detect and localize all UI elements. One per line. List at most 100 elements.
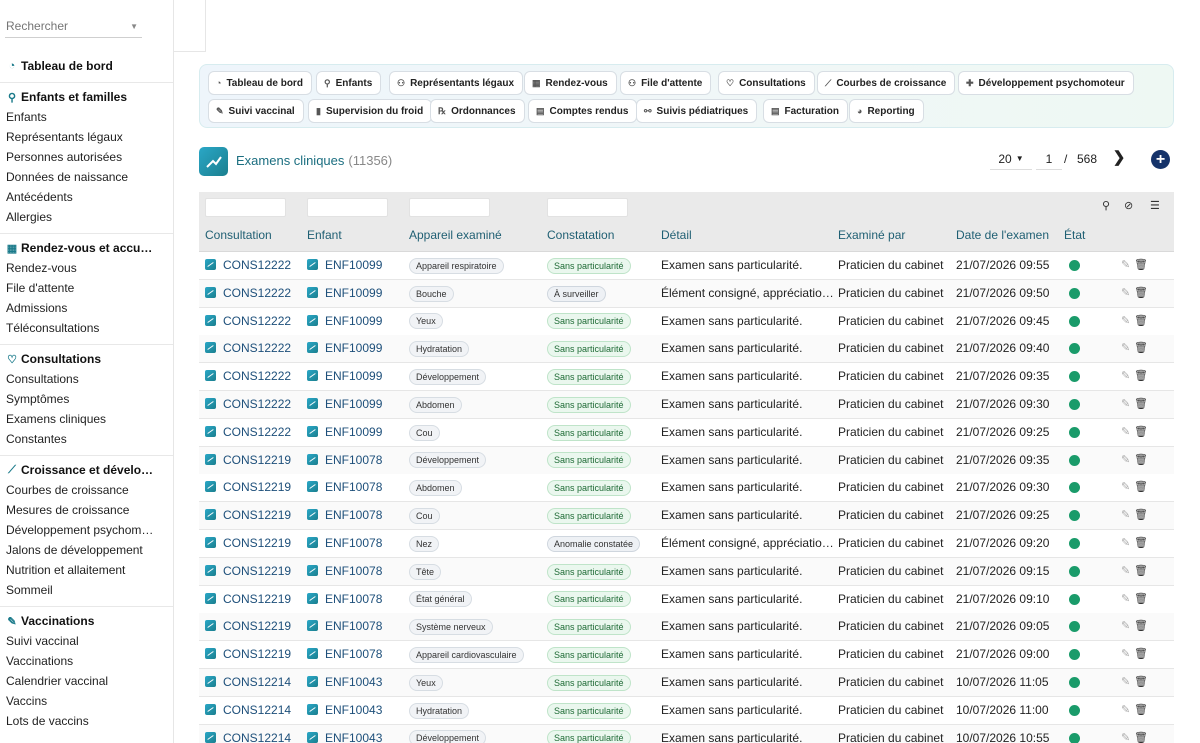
module-tab[interactable]: ▮ Supervision du froid <box>308 99 433 123</box>
column-header[interactable]: Examiné par <box>838 228 905 242</box>
module-tab[interactable]: ⚇ File d'attente <box>620 71 712 95</box>
consultation-link[interactable]: CONS12219 <box>205 474 305 501</box>
child-link[interactable]: ENF10078 <box>307 474 407 501</box>
table-row[interactable]: CONS12219 ENF10078 Développement Sans parti… <box>199 446 1174 475</box>
edit-icon[interactable]: ✎ <box>1121 641 1130 668</box>
edit-icon[interactable]: ✎ <box>1121 335 1130 362</box>
module-tab[interactable]: ⚯ Suivis pédiatriques <box>636 99 758 123</box>
module-tab[interactable]: ✚ Développement psychomoteur <box>958 71 1134 95</box>
trash-icon[interactable]: 🗑 <box>1134 530 1148 557</box>
edit-icon[interactable]: ✎ <box>1121 669 1130 696</box>
column-header[interactable]: Constatation <box>547 228 614 242</box>
trash-icon[interactable]: 🗑 <box>1134 586 1148 613</box>
edit-icon[interactable]: ✎ <box>1121 502 1130 529</box>
sidebar-item[interactable]: Nutrition et allaitement <box>0 560 173 580</box>
trash-icon[interactable]: 🗑 <box>1134 447 1148 474</box>
module-tab[interactable]: ▦ Rendez-vous <box>524 71 617 95</box>
sidebar-item[interactable]: Calendrier vaccinal <box>0 671 173 691</box>
table-row[interactable]: CONS12219 ENF10078 État général Sans partic… <box>199 585 1174 614</box>
consultation-link[interactable]: CONS12222 <box>205 308 305 335</box>
sidebar-item[interactable]: Vaccinations <box>0 651 173 671</box>
child-link[interactable]: ENF10099 <box>307 280 407 307</box>
trash-icon[interactable]: 🗑 <box>1134 613 1148 640</box>
sidebar-item[interactable]: Constantes <box>0 429 173 449</box>
sidebar-item[interactable]: File d'attente <box>0 278 173 298</box>
edit-icon[interactable]: ✎ <box>1121 280 1130 307</box>
sidebar-item[interactable]: Consultations <box>0 369 173 389</box>
consultation-link[interactable]: CONS12222 <box>205 335 305 362</box>
chevron-down-icon[interactable]: ▼ <box>130 22 138 31</box>
consultation-link[interactable]: CONS12219 <box>205 586 305 613</box>
trash-icon[interactable]: 🗑 <box>1134 669 1148 696</box>
column-header[interactable]: État <box>1064 228 1085 242</box>
sidebar-item[interactable]: Suivi vaccinal <box>0 631 173 651</box>
column-header[interactable]: Enfant <box>307 228 342 242</box>
child-link[interactable]: ENF10078 <box>307 447 407 474</box>
child-link[interactable]: ENF10099 <box>307 419 407 446</box>
consultation-link[interactable]: CONS12214 <box>205 669 305 696</box>
sidebar-item[interactable]: Vaccins <box>0 691 173 711</box>
module-tab[interactable]: ◕ Reporting <box>849 99 924 123</box>
table-row[interactable]: CONS12222 ENF10099 Cou Sans particularité Ex… <box>199 418 1174 447</box>
child-link[interactable]: ENF10099 <box>307 363 407 390</box>
edit-icon[interactable]: ✎ <box>1121 725 1130 743</box>
sidebar-item[interactable]: Mesures de croissance <box>0 500 173 520</box>
trash-icon[interactable]: 🗑 <box>1134 558 1148 585</box>
trash-icon[interactable]: 🗑 <box>1134 641 1148 668</box>
child-link[interactable]: ENF10099 <box>307 252 407 279</box>
child-link[interactable]: ENF10078 <box>307 641 407 668</box>
clear-filter-icon[interactable]: ⊘ <box>1124 199 1133 212</box>
trash-icon[interactable]: 🗑 <box>1134 391 1148 418</box>
sidebar-item[interactable]: Lots de vaccins <box>0 711 173 731</box>
consultation-link[interactable]: CONS12222 <box>205 280 305 307</box>
trash-icon[interactable]: 🗑 <box>1134 363 1148 390</box>
sidebar-item[interactable]: Allergies <box>0 207 173 227</box>
sidebar-item[interactable]: Examens cliniques <box>0 409 173 429</box>
module-tab[interactable]: ⟋ Courbes de croissance <box>817 71 956 95</box>
sidebar-item[interactable]: Téléconsultations <box>0 318 173 338</box>
sidebar-item[interactable]: Symptômes <box>0 389 173 409</box>
table-row[interactable]: CONS12219 ENF10078 Appareil cardiovasculai… <box>199 641 1174 670</box>
child-link[interactable]: ENF10078 <box>307 502 407 529</box>
module-tab[interactable]: ⚲ Enfants <box>316 71 382 95</box>
child-link[interactable]: ENF10099 <box>307 335 407 362</box>
child-link[interactable]: ENF10078 <box>307 586 407 613</box>
current-page-input[interactable]: 1 <box>1036 148 1062 170</box>
chevron-right-icon[interactable]: ❯ <box>1112 148 1126 166</box>
sidebar-item[interactable]: Courbes de croissance <box>0 480 173 500</box>
consultation-link[interactable]: CONS12222 <box>205 419 305 446</box>
table-row[interactable]: CONS12222 ENF10099 Yeux Sans particularité E… <box>199 307 1174 336</box>
list-view-icon[interactable]: ☰ <box>1150 199 1160 212</box>
edit-icon[interactable]: ✎ <box>1121 474 1130 501</box>
sidebar-item[interactable]: Admissions <box>0 298 173 318</box>
trash-icon[interactable]: 🗑 <box>1134 697 1148 724</box>
module-tab[interactable]: ⚇ Représentants légaux <box>389 71 524 95</box>
trash-icon[interactable]: 🗑 <box>1134 502 1148 529</box>
edit-icon[interactable]: ✎ <box>1121 391 1130 418</box>
module-tab[interactable]: ▤ Comptes rendus <box>528 99 638 123</box>
table-row[interactable]: CONS12222 ENF10099 Bouche À surveiller Éléme… <box>199 279 1174 308</box>
table-row[interactable]: CONS12214 ENF10043 Hydratation Sans particu… <box>199 696 1174 725</box>
nav-section-header[interactable]: ♡ Consultations <box>0 349 173 369</box>
child-link[interactable]: ENF10099 <box>307 391 407 418</box>
column-header[interactable]: Appareil examiné <box>409 228 502 242</box>
consultation-link[interactable]: CONS12214 <box>205 697 305 724</box>
consultation-link[interactable]: CONS12222 <box>205 391 305 418</box>
child-link[interactable]: ENF10078 <box>307 558 407 585</box>
consultation-link[interactable]: CONS12219 <box>205 558 305 585</box>
module-tab[interactable]: ℞ Ordonnances <box>430 99 525 123</box>
module-tab[interactable]: ◔ Tableau de bord <box>208 71 312 95</box>
filter-constatation-input[interactable] <box>547 198 628 217</box>
consultation-link[interactable]: CONS12222 <box>205 252 305 279</box>
page-size-select[interactable]: 20 ▼ <box>990 148 1032 170</box>
sidebar-item[interactable]: Développement psychom… <box>0 520 173 540</box>
sidebar-item[interactable]: Rendez-vous <box>0 258 173 278</box>
sidebar-item[interactable]: Données de naissance <box>0 167 173 187</box>
column-header[interactable]: Détail <box>661 228 692 242</box>
child-link[interactable]: ENF10099 <box>307 308 407 335</box>
edit-icon[interactable]: ✎ <box>1121 586 1130 613</box>
edit-icon[interactable]: ✎ <box>1121 308 1130 335</box>
filter-enfant-input[interactable] <box>307 198 388 217</box>
consultation-link[interactable]: CONS12219 <box>205 613 305 640</box>
edit-icon[interactable]: ✎ <box>1121 613 1130 640</box>
